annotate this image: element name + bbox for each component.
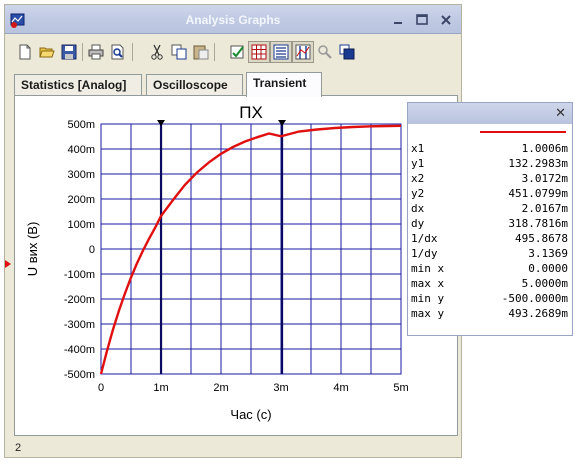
overlay-icon[interactable] <box>336 41 358 63</box>
print-preview-icon[interactable] <box>107 41 129 63</box>
readout-row: 1/dy 3.1369 <box>410 246 570 261</box>
cursor-readout-title-bar[interactable]: ✕ <box>408 103 572 124</box>
readout-label: min x <box>411 262 445 275</box>
graph-panel: 500m 400m 300m 200m 100m 0 -100m -200m -300m -400… <box>14 95 458 436</box>
x-tick-label: 3m <box>273 382 288 394</box>
readout-label: y2 <box>411 187 425 200</box>
y-tick-label: -200m <box>64 294 95 306</box>
readout-row: x2 3.0172m <box>410 171 570 186</box>
y-tick-label: 0 <box>89 244 95 256</box>
readout-value: 5.0000m <box>521 277 568 290</box>
readout-value: 495.8678 <box>515 232 568 245</box>
readout-row: 1/dx 495.8678 <box>410 231 570 246</box>
print-icon[interactable] <box>85 41 107 63</box>
chart-title: ПХ <box>239 103 263 122</box>
save-icon[interactable] <box>58 41 80 63</box>
y-tick-label: 200m <box>67 194 95 206</box>
maximize-icon[interactable] <box>413 11 431 29</box>
transient-chart[interactable]: 500m 400m 300m 200m 100m 0 -100m -200m -300m -400… <box>15 96 457 435</box>
readout-value: 451.0799m <box>508 187 568 200</box>
toolbar <box>14 41 364 67</box>
tab-transient[interactable]: Transient <box>246 72 322 97</box>
series-legend-line <box>480 131 566 133</box>
readout-label: 1/dx <box>411 232 438 245</box>
readout-value: 318.7816m <box>508 217 568 230</box>
status-bar: 2 <box>9 439 457 457</box>
readout-row: dx 2.0167m <box>410 201 570 216</box>
readout-value: 3.1369 <box>528 247 568 260</box>
readout-label: max y <box>411 307 445 320</box>
readout-row: y1 132.2983m <box>410 156 570 171</box>
y-tick-label: 100m <box>67 219 95 231</box>
analysis-graphs-window: Analysis Graphs Statistics [Analog] Osci… <box>4 4 462 458</box>
readout-label: x2 <box>411 172 425 185</box>
y-tick-label: 300m <box>67 169 95 181</box>
copy-icon[interactable] <box>168 41 190 63</box>
cursor-readout-table: x1 1.0006m y1 132.2983m x2 3.0172m y2 451.0799m… <box>410 141 570 321</box>
readout-row: min x 0.0000 <box>410 261 570 276</box>
close-icon[interactable] <box>437 11 455 29</box>
close-icon[interactable]: ✕ <box>555 106 566 121</box>
new-icon[interactable] <box>14 41 36 63</box>
readout-label: min y <box>411 292 445 305</box>
readout-value: 493.2689m <box>508 307 568 320</box>
zoom-icon[interactable] <box>314 41 336 63</box>
readout-label: max x <box>411 277 445 290</box>
readout-value: 132.2983m <box>508 157 568 170</box>
title-bar[interactable]: Analysis Graphs <box>5 5 461 34</box>
readout-value: 3.0172m <box>521 172 568 185</box>
x-axis-label: Час (с) <box>230 407 271 422</box>
x-tick-label: 1m <box>153 382 168 394</box>
x-tick-label: 2m <box>213 382 228 394</box>
readout-label: dy <box>411 217 425 230</box>
readout-value: 0.0000 <box>528 262 568 275</box>
readout-row: min y -500.0000m <box>410 291 570 306</box>
y-tick-label: -300m <box>64 319 95 331</box>
properties-icon[interactable] <box>226 41 248 63</box>
readout-label: x1 <box>411 142 425 155</box>
cursor-readout-window: ✕ x1 1.0006m y1 132.2983m x2 3.0172m y2 451.079… <box>407 102 573 336</box>
y-axis-label: U вих (В) <box>25 222 40 277</box>
cursors-icon[interactable] <box>292 41 314 63</box>
readout-row: x1 1.0006m <box>410 141 570 156</box>
open-icon[interactable] <box>36 41 58 63</box>
readout-row: y2 451.0799m <box>410 186 570 201</box>
readout-row: dy 318.7816m <box>410 216 570 231</box>
x-tick-label: 5m <box>393 382 408 394</box>
readout-value: -500.0000m <box>501 292 568 305</box>
x-tick-label: 4m <box>333 382 348 394</box>
readout-label: y1 <box>411 157 425 170</box>
legend-icon[interactable] <box>270 41 292 63</box>
y-tick-label: -400m <box>64 344 95 356</box>
x-tick-label: 0 <box>98 382 104 394</box>
minimize-icon[interactable] <box>389 11 407 29</box>
readout-value: 2.0167m <box>521 202 568 215</box>
paste-icon[interactable] <box>190 41 212 63</box>
readout-label: 1/dy <box>411 247 438 260</box>
tab-statistics-analog[interactable]: Statistics [Analog] <box>14 74 142 96</box>
tab-strip: Statistics [Analog] Oscilloscope Transie… <box>14 72 464 97</box>
readout-row: max x 5.0000m <box>410 276 570 291</box>
readout-value: 1.0006m <box>521 142 568 155</box>
y-tick-label: 400m <box>67 144 95 156</box>
y-tick-label: 500m <box>67 119 95 131</box>
y-tick-label: -100m <box>64 269 95 281</box>
readout-label: dx <box>411 202 425 215</box>
axis-marker-icon <box>5 260 11 268</box>
tab-oscilloscope[interactable]: Oscilloscope <box>146 74 243 96</box>
readout-row: max y 493.2689m <box>410 306 570 321</box>
y-tick-label: -500m <box>64 369 95 381</box>
cut-icon[interactable] <box>146 41 168 63</box>
grid-icon[interactable] <box>248 41 270 63</box>
status-text: 2 <box>15 442 22 454</box>
